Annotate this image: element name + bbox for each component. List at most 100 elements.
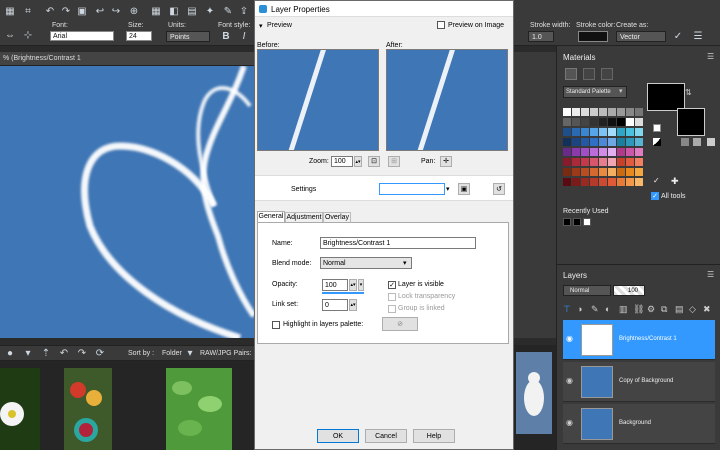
pan-button[interactable]: ✛ xyxy=(440,156,452,167)
background-color-swatch[interactable] xyxy=(677,108,705,136)
fx-icon[interactable]: ⚙ xyxy=(647,304,655,315)
menu-icon[interactable]: ☰ xyxy=(692,31,704,43)
thumbnail-fruit[interactable] xyxy=(64,368,112,450)
zoom-fit-button[interactable]: ⊡ xyxy=(368,156,380,167)
vector-icon[interactable]: ✎ xyxy=(591,304,599,315)
group-icon[interactable]: ▥ xyxy=(619,304,628,315)
tab-adjustment[interactable]: Adjustment xyxy=(285,212,323,222)
color-swatch[interactable] xyxy=(599,128,607,136)
reset-colors-icon[interactable] xyxy=(653,138,661,146)
color-swatch[interactable] xyxy=(590,138,598,146)
properties-icon[interactable]: ▤ xyxy=(675,304,684,315)
color-swatch[interactable] xyxy=(635,118,643,126)
grid-icon[interactable]: ▦ xyxy=(4,6,16,18)
size-field[interactable]: 24 xyxy=(126,31,152,41)
color-swatch[interactable] xyxy=(563,168,571,176)
chevron-down-icon[interactable]: ▾ xyxy=(446,185,450,193)
add-icon[interactable]: ✚ xyxy=(671,176,679,187)
undo-history-icon[interactable]: ↩ xyxy=(94,6,106,18)
color-swatch[interactable] xyxy=(635,158,643,166)
opacity-stepper[interactable]: ▴▾ xyxy=(349,279,357,291)
thumbnail-bird[interactable] xyxy=(516,352,552,434)
cancel-button[interactable]: Cancel xyxy=(365,429,407,443)
redo-history-icon[interactable]: ↪ xyxy=(110,6,122,18)
tab-overlay[interactable]: Overlay xyxy=(323,212,351,222)
link-icon[interactable]: ⛓ xyxy=(633,304,644,315)
color-swatch[interactable] xyxy=(599,108,607,116)
color-swatch[interactable] xyxy=(590,108,598,116)
color-swatch[interactable] xyxy=(590,118,598,126)
color-swatch[interactable] xyxy=(617,108,625,116)
color-swatch[interactable] xyxy=(581,108,589,116)
color-swatch[interactable] xyxy=(581,158,589,166)
palette-dropdown[interactable]: Standard Palette xyxy=(563,86,627,98)
preview-collapse-icon[interactable]: ▾ xyxy=(259,22,263,30)
thumbnail-flower[interactable] xyxy=(0,368,40,450)
color-swatch[interactable] xyxy=(599,168,607,176)
color-swatch[interactable] xyxy=(563,108,571,116)
arrows-icon[interactable]: ⇔ xyxy=(4,30,16,42)
ok-button[interactable]: OK xyxy=(317,429,359,443)
color-swatch[interactable] xyxy=(599,158,607,166)
crop-icon[interactable]: ⌗ xyxy=(22,6,34,18)
color-swatch[interactable] xyxy=(626,168,634,176)
color-palette-grid[interactable] xyxy=(563,108,645,194)
color-swatch[interactable] xyxy=(581,178,589,186)
grid-view-icon[interactable]: ▦ xyxy=(150,6,162,18)
link-set-stepper[interactable]: ▴▾ xyxy=(349,299,357,311)
link-set-field[interactable]: 0 xyxy=(322,299,348,311)
color-swatch[interactable] xyxy=(563,118,571,126)
color-swatch[interactable] xyxy=(635,138,643,146)
zoom-field[interactable]: 100 xyxy=(331,156,353,167)
color-swatch[interactable] xyxy=(581,168,589,176)
color-swatch[interactable] xyxy=(581,148,589,156)
image-canvas[interactable] xyxy=(0,66,254,338)
color-swatch[interactable] xyxy=(572,118,580,126)
user-icon[interactable]: ● xyxy=(4,348,16,360)
delete-layer-icon[interactable]: ✖ xyxy=(703,304,711,315)
opacity-slider[interactable] xyxy=(322,292,364,294)
color-swatch[interactable] xyxy=(599,118,607,126)
checkmark-icon[interactable]: ✓ xyxy=(653,176,660,185)
color-swatch[interactable] xyxy=(572,178,580,186)
panel-menu-icon[interactable]: ☰ xyxy=(707,270,714,279)
eye-icon[interactable]: ◉ xyxy=(566,334,573,343)
color-swatch[interactable] xyxy=(617,138,625,146)
tab-general[interactable]: General xyxy=(257,211,285,222)
color-swatch[interactable] xyxy=(626,118,634,126)
color-swatch[interactable] xyxy=(617,148,625,156)
layer-row-background[interactable]: ◉ Background xyxy=(563,404,715,444)
color-swatch[interactable] xyxy=(590,178,598,186)
color-swatch[interactable] xyxy=(608,128,616,136)
sort-up-icon[interactable]: ⇡ xyxy=(40,348,52,360)
color-swatch[interactable] xyxy=(581,138,589,146)
zoom-stepper[interactable]: ▴▾ xyxy=(354,156,362,167)
layer-opacity-field[interactable]: 100 xyxy=(613,285,645,296)
color-swatch[interactable] xyxy=(563,128,571,136)
help-button[interactable]: Help xyxy=(413,429,455,443)
recent-swatch-1[interactable] xyxy=(563,218,571,226)
color-swatch[interactable] xyxy=(581,118,589,126)
opacity-field[interactable]: 100 xyxy=(322,279,348,291)
rotate-right-icon[interactable]: ↷ xyxy=(76,348,88,360)
merge-icon[interactable]: ⧉ xyxy=(661,304,667,315)
palette-tab-icon[interactable] xyxy=(565,68,577,80)
foreground-color-swatch[interactable] xyxy=(647,83,685,111)
color-swatch[interactable] xyxy=(563,178,571,186)
layers-icon[interactable]: ▤ xyxy=(186,6,198,18)
undo-icon[interactable]: ↶ xyxy=(44,6,56,18)
zoom-icon[interactable]: ⊕ xyxy=(128,6,140,18)
sort-by-dropdown[interactable]: Folder xyxy=(162,350,182,357)
color-swatch[interactable] xyxy=(563,148,571,156)
color-swatch[interactable] xyxy=(572,128,580,136)
lock-transparency-checkbox[interactable] xyxy=(388,293,396,301)
color-swatch[interactable] xyxy=(572,148,580,156)
color-swatch[interactable] xyxy=(626,128,634,136)
color-swatch[interactable] xyxy=(572,138,580,146)
color-swatch[interactable] xyxy=(608,138,616,146)
blend-mode-dropdown[interactable]: Normal xyxy=(320,257,412,269)
zoom-actual-button[interactable]: ⊞ xyxy=(388,156,400,167)
color-swatch[interactable] xyxy=(617,128,625,136)
apply-icon[interactable]: ✓ xyxy=(672,31,684,43)
recent-swatch-2[interactable] xyxy=(573,218,581,226)
